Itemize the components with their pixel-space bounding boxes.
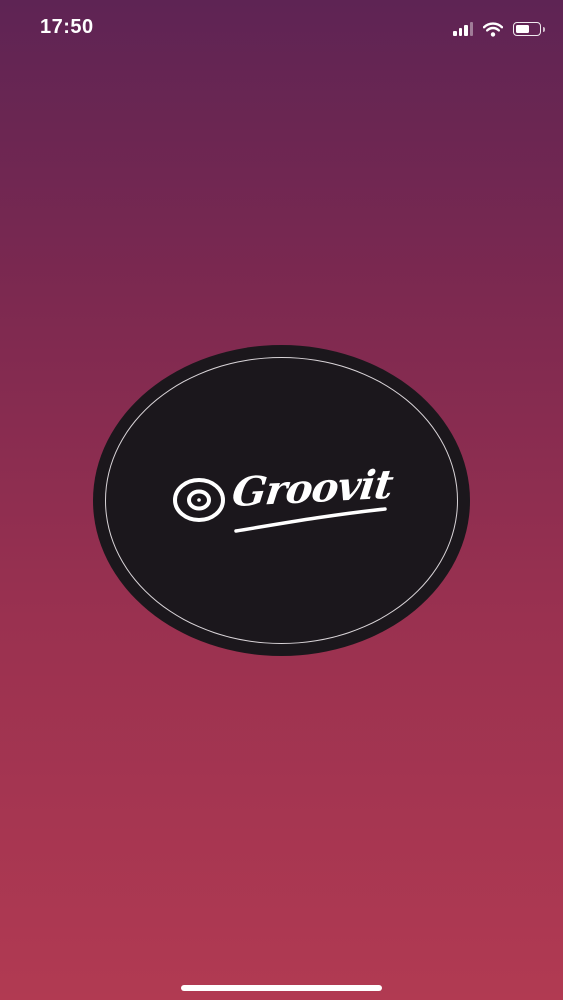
logo-disc: Groovit [93,345,470,656]
cellular-signal-icon [453,22,473,36]
status-time: 17:50 [40,16,94,38]
status-icons [453,18,545,40]
wifi-icon [483,21,503,37]
status-bar: 17:50 [0,0,563,56]
vinyl-record-icon [173,478,225,522]
home-indicator[interactable] [181,985,382,991]
brand-underline-swoosh [234,507,387,533]
brand-logo: Groovit [171,461,401,543]
splash-screen: 17:50 Groovit [0,0,563,1000]
battery-icon [513,22,545,36]
battery-level-fill [516,25,529,33]
